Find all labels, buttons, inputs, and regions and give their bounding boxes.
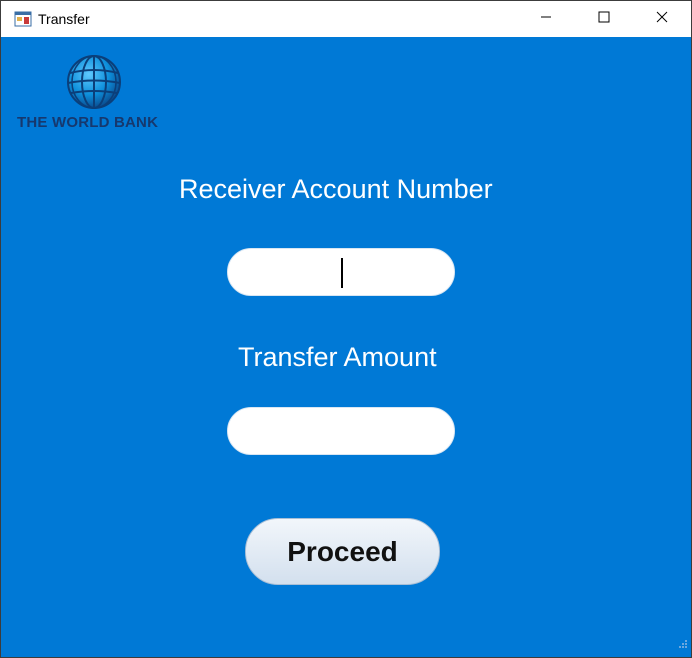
transfer-amount-label: Transfer Amount xyxy=(238,342,437,372)
text-caret xyxy=(341,258,343,288)
minimize-icon xyxy=(540,10,552,28)
globe-icon xyxy=(65,53,123,116)
resize-grip-icon[interactable] xyxy=(678,636,688,654)
maximize-button[interactable] xyxy=(575,1,633,37)
world-bank-logo: THE WORLD BANK xyxy=(15,51,185,133)
caption-buttons xyxy=(517,1,691,37)
transfer-amount-input[interactable] xyxy=(227,407,455,455)
close-button[interactable] xyxy=(633,1,691,37)
proceed-button[interactable]: Proceed xyxy=(245,518,440,585)
window-title: Transfer xyxy=(38,11,90,27)
transfer-window: Transfer THE WORLD BANK Receiver Account… xyxy=(0,0,692,658)
receiver-account-label: Receiver Account Number xyxy=(179,174,493,204)
minimize-button[interactable] xyxy=(517,1,575,37)
title-bar[interactable]: Transfer xyxy=(1,1,691,37)
close-icon xyxy=(656,10,668,28)
app-form-icon[interactable] xyxy=(14,11,32,27)
transfer-form: THE WORLD BANK Receiver Account Number T… xyxy=(1,37,691,657)
logo-text: THE WORLD BANK xyxy=(17,114,159,131)
maximize-icon xyxy=(598,10,610,28)
